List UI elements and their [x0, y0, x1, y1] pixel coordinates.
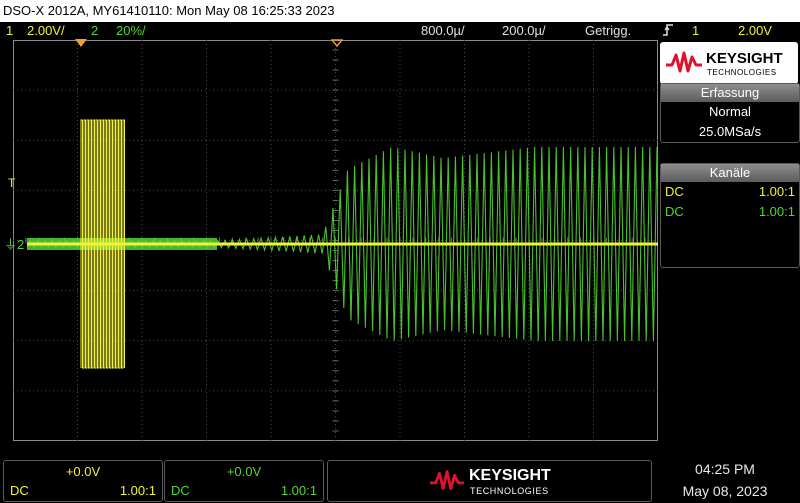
timebase-scale[interactable]: 800.0µ/ [421, 22, 465, 39]
trigger-level[interactable]: 2.00V [738, 22, 772, 39]
scope-status-bar: 1 2.00V/ 2 20%/ 800.0µ/ 200.0µ/ Getrigg.… [0, 22, 800, 39]
side-panel: KEYSIGHT TECHNOLOGIES Erfassung Normal 2… [660, 40, 800, 268]
bottom-brand-name: KEYSIGHT [469, 467, 551, 484]
keysight-wave-icon [666, 51, 702, 73]
ch1-bottom-coupling: DC [10, 483, 29, 498]
clock-date: May 08, 2023 [682, 483, 768, 499]
ground-icon: ⏚ [4, 237, 18, 252]
channels-panel[interactable]: Kanäle DC 1.00:1 DC 1.00:1 [660, 163, 800, 268]
ch2-ground-label: 2 [17, 237, 25, 252]
ch2-bottom-probe: 1.00:1 [280, 483, 317, 498]
channels-header: Kanäle [661, 164, 799, 182]
keysight-wave-icon-bottom [430, 470, 464, 490]
ch1-number[interactable]: 1 [6, 22, 13, 39]
trigger-position-marker[interactable] [75, 39, 87, 48]
ch1-probe: 1.00:1 [758, 184, 795, 199]
brand-name: KEYSIGHT [706, 50, 783, 67]
bottom-brand-area: KEYSIGHT TECHNOLOGIES [327, 460, 652, 502]
brand-sub: TECHNOLOGIES [707, 68, 777, 77]
clock: 04:25 PM May 08, 2023 [650, 458, 800, 503]
ch2-scale[interactable]: 20%/ [116, 22, 146, 39]
waveform-display[interactable] [13, 40, 658, 441]
clock-time: 04:25 PM [695, 461, 755, 477]
ch2-ground-marker[interactable]: ⏚2 [4, 234, 24, 253]
trigger-level-marker[interactable]: T [8, 176, 15, 190]
ch2-bottom-coupling: DC [171, 483, 190, 498]
acquisition-header: Erfassung [661, 84, 799, 102]
ch1-scale[interactable]: 2.00V/ [27, 22, 65, 39]
ch1-offset: +0.0V [65, 464, 101, 479]
ch2-number[interactable]: 2 [91, 22, 98, 39]
horizontal-delay[interactable]: 200.0µ/ [502, 22, 546, 39]
ch2-offset: +0.0V [226, 464, 262, 479]
window-title-bar: DSO-X 2012A, MY61410110: Mon May 08 16:2… [0, 0, 800, 22]
ch1-softkey[interactable]: +0.0V DC 1.00:1 [3, 460, 163, 502]
trigger-mode[interactable]: Getrigg. [585, 22, 631, 39]
ch2-row: DC 1.00:1 [661, 202, 799, 222]
ch1-bottom-probe: 1.00:1 [119, 483, 156, 498]
brand-logo: KEYSIGHT TECHNOLOGIES [660, 42, 798, 84]
bottom-brand-sub: TECHNOLOGIES [470, 486, 549, 496]
acquisition-panel[interactable]: Erfassung Normal 25.0MSa/s [660, 83, 800, 143]
rising-edge-icon [662, 23, 674, 41]
window-title: DSO-X 2012A, MY61410110: Mon May 08 16:2… [3, 3, 335, 18]
ch2-softkey[interactable]: +0.0V DC 1.00:1 [164, 460, 324, 502]
trigger-source[interactable]: 1 [692, 22, 699, 39]
ch1-coupling: DC [665, 184, 684, 199]
ch2-probe: 1.00:1 [758, 204, 795, 219]
acquisition-mode: Normal [709, 104, 751, 119]
time-reference-marker[interactable] [331, 39, 343, 48]
ch1-row: DC 1.00:1 [661, 182, 799, 202]
sample-rate: 25.0MSa/s [698, 124, 762, 139]
bottom-bar: +0.0V DC 1.00:1 +0.0V DC 1.00:1 KEYSIGHT… [0, 458, 800, 503]
ch2-coupling: DC [665, 204, 684, 219]
